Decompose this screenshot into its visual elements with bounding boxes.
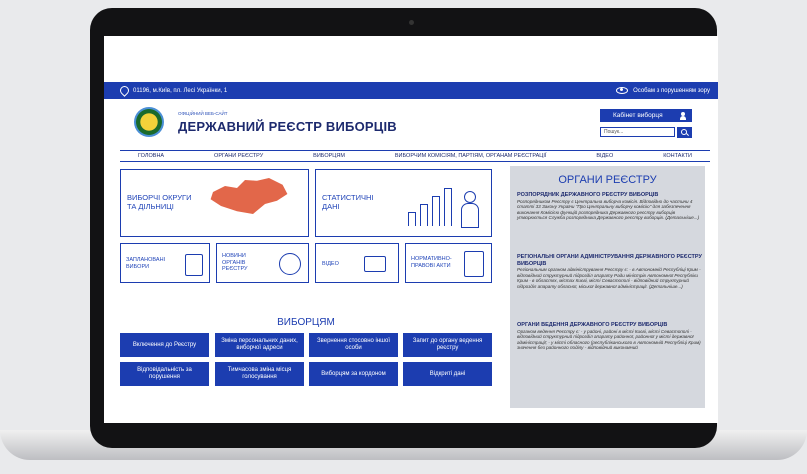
law-book-icon	[464, 251, 484, 277]
registry-request-button[interactable]: Запит до органу ведення реєстру	[403, 333, 492, 357]
voters-heading: ВИБОРЦЯМ	[277, 317, 335, 328]
main-nav: ГОЛОВНА ОРГАНИ РЕЄСТРУ ВИБОРЦЯМ ВИБОРЧИМ…	[120, 150, 710, 162]
nav-home[interactable]: ГОЛОВНА	[138, 153, 164, 159]
nav-contacts[interactable]: КОНТАКТИ	[663, 153, 692, 159]
globe-icon	[279, 253, 301, 275]
ukraine-map-icon	[210, 178, 288, 214]
abroad-voters-button[interactable]: Виборцям за кордоном	[309, 362, 398, 386]
section-maintenance: ОРГАНИ ВЕДЕННЯ ДЕРЖАВНОГО РЕЄСТРУ ВИБОРЦ…	[517, 322, 702, 351]
voter-cabinet-label[interactable]: Кабінет виборця	[613, 112, 663, 119]
official-label: ОФІЦІЙНИЙ ВЕБ-САЙТ	[178, 111, 228, 116]
nav-commissions[interactable]: ВИБОРЧИМ КОМІСІЯМ, ПАРТІЯМ, ОРГАНАМ РЕЄС…	[395, 153, 547, 159]
nav-voters[interactable]: ВИБОРЦЯМ	[313, 153, 345, 159]
top-bar: 01196, м.Київ, пл. Лесі Українки, 1 Особ…	[104, 82, 718, 99]
register-inclusion-button[interactable]: Включення до Реєстру	[120, 333, 209, 357]
section-heading: РЕГІОНАЛЬНІ ОРГАНИ АДМІНІСТРУВАННЯ ДЕРЖА…	[517, 254, 702, 267]
stats-label: СТАТИСТИЧНІ ДАНІ	[322, 193, 374, 211]
statistics-icon	[408, 175, 486, 230]
site-title[interactable]: ДЕРЖАВНИЙ РЕЄСТР ВИБОРЦІВ	[178, 119, 397, 134]
location-pin-icon	[118, 84, 131, 97]
eye-icon	[616, 87, 629, 94]
responsibility-button[interactable]: Відповідальність за порушення	[120, 362, 209, 386]
legal-acts-tile[interactable]: НОРМАТИВНО-ПРАВОВІ АКТИ	[405, 243, 492, 283]
news-label: НОВИНИ ОРГАНІВ РЕЄСТРУ	[222, 253, 248, 272]
search-button[interactable]	[677, 127, 692, 138]
accessibility-text[interactable]: Особам з порушенням зору	[633, 88, 710, 94]
video-tile[interactable]: ВІДЕО	[315, 243, 399, 283]
legal-acts-label: НОРМАТИВНО-ПРАВОВІ АКТИ	[411, 256, 452, 269]
districts-tile[interactable]: ВИБОРЧІ ОКРУГИ ТА ДІЛЬНИЦІ	[120, 169, 309, 237]
emblem-logo[interactable]	[134, 107, 164, 137]
address: 01196, м.Київ, пл. Лесі Українки, 1	[118, 84, 228, 97]
open-data-button[interactable]: Відкриті дані	[403, 362, 492, 386]
ballot-box-icon	[185, 254, 203, 276]
planned-elections-label: ЗАПЛАНОВАНІ ВИБОРИ	[126, 257, 166, 270]
registry-bodies-panel: ОРГАНИ РЕЄСТРУ РОЗПОРЯДНИК ДЕРЖАВНОГО РЕ…	[510, 166, 705, 408]
nav-video[interactable]: ВІДЕО	[596, 153, 613, 159]
section-administrator: РОЗПОРЯДНИК ДЕРЖАВНОГО РЕЄСТРУ ВИБОРЦІВ …	[517, 192, 702, 221]
stats-tile[interactable]: СТАТИСТИЧНІ ДАНІ	[315, 169, 492, 237]
panel-title: ОРГАНИ РЕЄСТРУ	[558, 174, 657, 186]
site-header: ОФІЦІЙНИЙ ВЕБ-САЙТ ДЕРЖАВНИЙ РЕЄСТР ВИБО…	[104, 99, 718, 149]
request-other-person-button[interactable]: Звернення стосовно іншої особи	[309, 333, 398, 357]
search-input[interactable]: Пошук...	[600, 127, 675, 137]
news-tile[interactable]: НОВИНИ ОРГАНІВ РЕЄСТРУ	[216, 243, 309, 283]
change-data-button[interactable]: Зміна персональних даних, виборчої адрес…	[215, 333, 304, 357]
accessibility-link[interactable]: Особам з порушенням зору	[616, 87, 710, 94]
section-text: Органом ведення Реєстру є: - у районі, р…	[517, 328, 701, 351]
voter-cabinet-button[interactable]: Кабінет виборця	[600, 109, 692, 122]
planned-elections-tile[interactable]: ЗАПЛАНОВАНІ ВИБОРИ	[120, 243, 210, 283]
section-text: Регіональним органом адміністрування Реє…	[517, 267, 701, 289]
nav-registry-bodies[interactable]: ОРГАНИ РЕЄСТРУ	[214, 153, 263, 159]
video-label: ВІДЕО	[322, 261, 339, 267]
section-text: Розпорядником Реєстру є Центральна вибор…	[517, 198, 700, 221]
address-text: 01196, м.Київ, пл. Лесі Українки, 1	[133, 87, 228, 94]
districts-label: ВИБОРЧІ ОКРУГИ ТА ДІЛЬНИЦІ	[127, 193, 192, 211]
section-regional: РЕГІОНАЛЬНІ ОРГАНИ АДМІНІСТРУВАННЯ ДЕРЖА…	[517, 254, 702, 289]
camera-icon	[409, 20, 414, 25]
screen: 01196, м.Київ, пл. Лесі Українки, 1 Особ…	[104, 36, 718, 423]
user-icon	[680, 111, 686, 120]
video-camera-icon	[364, 256, 386, 272]
temporary-change-button[interactable]: Тимчасова зміна місця голосування	[215, 362, 304, 386]
